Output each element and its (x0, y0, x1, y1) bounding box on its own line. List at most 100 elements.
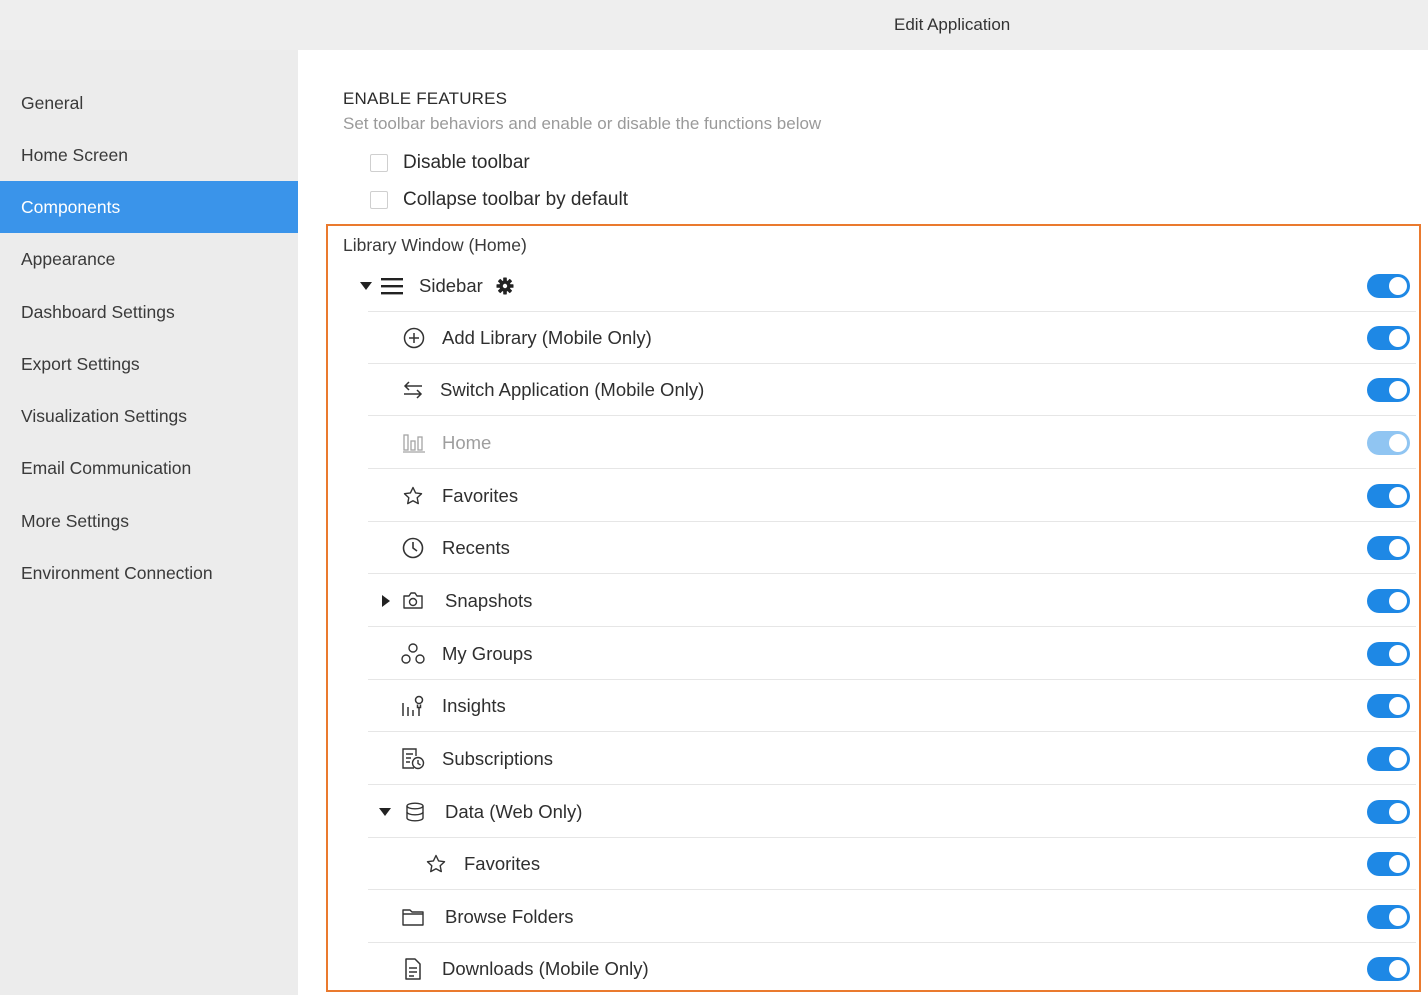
insights-row: Insights (368, 680, 1416, 732)
star-icon (424, 852, 448, 876)
gear-icon[interactable] (493, 274, 517, 298)
data-row: Data (Web Only) (368, 786, 1416, 838)
row-label: Favorites (464, 852, 541, 874)
checkbox-label: Disable toolbar (403, 152, 530, 173)
recents-toggle[interactable] (1367, 535, 1410, 560)
clock-icon (401, 536, 425, 560)
nav-item-label: Export Settings (21, 353, 140, 374)
checkbox-label: Collapse toolbar by default (403, 189, 628, 210)
nav-item-label: Appearance (21, 248, 116, 269)
disable-toolbar-checkbox[interactable] (370, 154, 388, 172)
row-label: Switch Application (Mobile Only) (440, 378, 705, 400)
home-toggle (1367, 430, 1410, 455)
row-label: Insights (442, 694, 506, 716)
toggle-knob (1389, 749, 1407, 768)
browse-folders-row: Browse Folders (368, 891, 1416, 943)
nav-item-more-settings[interactable]: More Settings (0, 495, 298, 547)
window-title: Edit Application (894, 15, 1011, 34)
nav-item-email-communication[interactable]: Email Communication (0, 442, 298, 494)
toggle-knob (1389, 328, 1407, 347)
home-chart-icon (402, 431, 426, 455)
folder-icon (401, 905, 425, 929)
toggle-knob (1389, 696, 1407, 715)
row-label: Sidebar (419, 274, 483, 296)
data-favorites-toggle[interactable] (1367, 851, 1410, 876)
nav-item-visualization-settings[interactable]: Visualization Settings (0, 390, 298, 442)
nav-item-appearance[interactable]: Appearance (0, 233, 298, 285)
library-window-title: Library Window (Home) (343, 235, 527, 255)
groups-icon (401, 642, 425, 666)
add-library-toggle[interactable] (1367, 325, 1410, 350)
switch-application-toggle[interactable] (1367, 377, 1410, 402)
toggle-knob (1389, 591, 1407, 610)
favorites-toggle[interactable] (1367, 483, 1410, 508)
my-groups-row: My Groups (368, 628, 1416, 680)
nav-item-label: Home Screen (21, 144, 128, 165)
toggle-knob (1389, 538, 1407, 557)
subscriptions-toggle[interactable] (1367, 746, 1410, 771)
row-label: Subscriptions (442, 747, 554, 769)
nav-item-label: Email Communication (21, 457, 192, 478)
row-label: Add Library (Mobile Only) (442, 326, 652, 348)
row-label: Data (Web Only) (445, 800, 583, 822)
toggle-knob (1389, 380, 1407, 399)
toggle-knob (1389, 854, 1407, 873)
toggle-knob (1389, 433, 1407, 452)
row-label: Home (442, 431, 492, 453)
nav-item-general[interactable]: General (0, 77, 298, 129)
add-circle-icon (402, 326, 426, 350)
data-toggle[interactable] (1367, 799, 1410, 824)
downloads-row: Downloads (Mobile Only) (368, 943, 1416, 995)
collapse-caret-icon[interactable] (360, 281, 372, 290)
toggle-knob (1389, 276, 1407, 295)
section-description: Set toolbar behaviors and enable or disa… (343, 114, 822, 133)
row-label: Browse Folders (445, 905, 574, 927)
row-label: Favorites (442, 484, 519, 506)
nav-item-export-settings[interactable]: Export Settings (0, 338, 298, 390)
settings-nav: General Home Screen Components Appearanc… (0, 50, 298, 995)
disable-toolbar-option[interactable]: Disable toolbar (370, 152, 530, 174)
insights-icon (401, 694, 425, 718)
document-icon (401, 957, 425, 981)
sidebar-toggle[interactable] (1367, 273, 1410, 298)
favorites-row: Favorites (368, 470, 1416, 522)
browse-folders-toggle[interactable] (1367, 904, 1410, 929)
nav-item-label: Components (21, 196, 121, 217)
database-icon (403, 800, 427, 824)
nav-item-label: General (21, 92, 84, 113)
title-bar: Edit Application (0, 0, 1428, 50)
camera-icon (401, 589, 425, 613)
snapshots-row: Snapshots (368, 575, 1416, 627)
expand-caret-icon[interactable] (382, 594, 390, 607)
switch-application-row: Switch Application (Mobile Only) (368, 364, 1416, 416)
downloads-toggle[interactable] (1367, 957, 1410, 981)
main-panel: ENABLE FEATURES Set toolbar behaviors an… (298, 50, 1428, 995)
nav-item-label: Visualization Settings (21, 405, 188, 426)
toggle-knob (1389, 960, 1407, 978)
collapse-caret-icon[interactable] (379, 807, 391, 816)
row-label: Snapshots (445, 589, 533, 611)
nav-item-home-screen[interactable]: Home Screen (0, 129, 298, 181)
collapse-toolbar-option[interactable]: Collapse toolbar by default (370, 189, 628, 211)
menu-icon (380, 274, 404, 298)
my-groups-toggle[interactable] (1367, 641, 1410, 666)
subscriptions-row: Subscriptions (368, 733, 1416, 785)
toggle-knob (1389, 802, 1407, 821)
nav-item-label: More Settings (21, 510, 129, 531)
nav-item-dashboard-settings[interactable]: Dashboard Settings (0, 286, 298, 338)
data-favorites-row: Favorites (368, 838, 1416, 890)
sidebar-row: Sidebar (360, 260, 1416, 312)
home-row: Home (368, 417, 1416, 469)
row-label: My Groups (442, 642, 533, 664)
toggle-knob (1389, 907, 1407, 926)
nav-item-environment-connection[interactable]: Environment Connection (0, 547, 298, 599)
snapshots-toggle[interactable] (1367, 588, 1410, 613)
nav-item-components[interactable]: Components (0, 181, 298, 233)
star-icon (401, 484, 425, 508)
add-library-row: Add Library (Mobile Only) (368, 312, 1416, 364)
row-label: Downloads (Mobile Only) (442, 958, 649, 979)
subscriptions-icon (401, 747, 425, 771)
collapse-toolbar-checkbox[interactable] (370, 191, 388, 209)
nav-item-label: Environment Connection (21, 562, 213, 583)
insights-toggle[interactable] (1367, 693, 1410, 718)
